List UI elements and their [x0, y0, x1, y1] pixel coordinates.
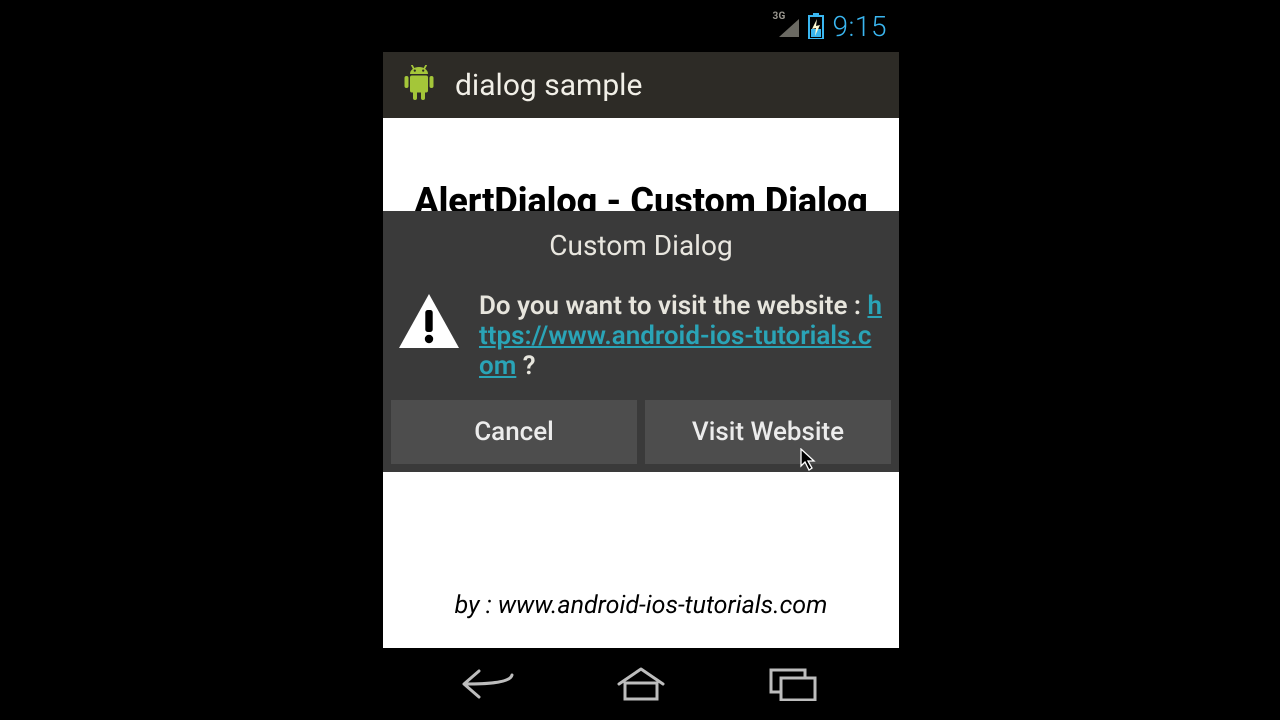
page-footer: by : www.android-ios-tutorials.com — [383, 591, 899, 620]
battery-charging-icon — [807, 13, 825, 39]
back-button[interactable] — [457, 664, 521, 704]
recent-apps-button[interactable] — [761, 664, 825, 704]
navigation-bar — [383, 648, 899, 720]
warning-icon — [397, 292, 461, 350]
action-bar-title: dialog sample — [455, 68, 642, 103]
home-button[interactable] — [609, 664, 673, 704]
phone-screen: 3G 9:15 — [383, 0, 899, 720]
clock: 9:15 — [833, 10, 887, 43]
visit-website-button[interactable]: Visit Website — [645, 400, 891, 464]
android-app-icon — [401, 65, 437, 105]
dialog-message-suffix: ? — [516, 351, 535, 381]
app-body: AlertDialog - Custom Dialog by : www.and… — [383, 118, 899, 648]
status-bar: 3G 9:15 — [383, 0, 899, 52]
dialog-body: Do you want to visit the website : https… — [383, 292, 899, 400]
signal-3g-icon: 3G — [775, 15, 799, 37]
dialog-message: Do you want to visit the website : https… — [479, 292, 885, 382]
dialog-message-prefix: Do you want to visit the website : — [479, 291, 867, 321]
dialog-title: Custom Dialog — [383, 229, 899, 292]
action-bar: dialog sample — [383, 52, 899, 118]
cancel-button[interactable]: Cancel — [391, 400, 637, 464]
custom-dialog: Custom Dialog Do you want to visit the w… — [383, 211, 899, 472]
dialog-button-row: Cancel Visit Website — [383, 400, 899, 472]
